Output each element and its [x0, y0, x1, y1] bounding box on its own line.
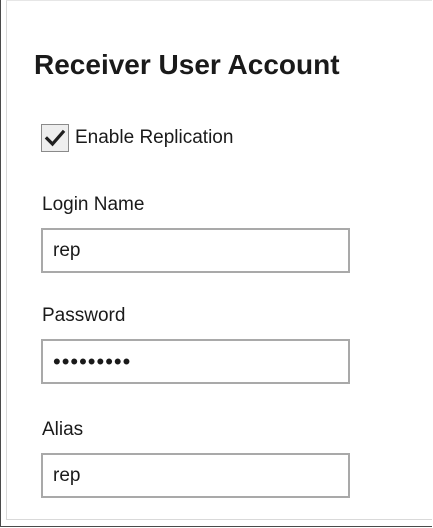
- login-name-input[interactable]: [41, 228, 350, 273]
- enable-replication-row[interactable]: Enable Replication: [41, 123, 233, 153]
- alias-input[interactable]: [41, 453, 350, 498]
- password-label: Password: [42, 305, 126, 326]
- enable-replication-label: Enable Replication: [75, 127, 234, 148]
- login-name-label: Login Name: [42, 194, 145, 215]
- checkmark-icon: [44, 129, 66, 147]
- alias-label: Alias: [42, 419, 84, 440]
- password-input[interactable]: [41, 339, 350, 384]
- section-title: Receiver User Account: [34, 49, 340, 80]
- enable-replication-checkbox[interactable]: [41, 124, 69, 152]
